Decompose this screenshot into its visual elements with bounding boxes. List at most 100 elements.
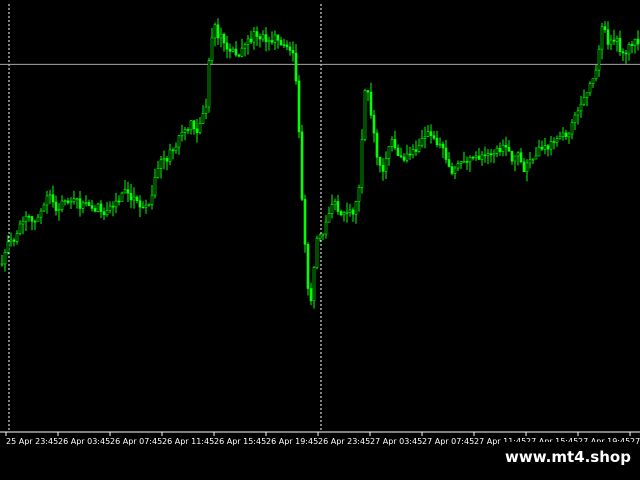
candle-body: [129, 192, 133, 201]
candle-body: [30, 216, 34, 222]
candle-body: [171, 149, 175, 152]
candle-body: [33, 220, 37, 223]
watermark-logo: www.mt4.shop: [500, 442, 636, 472]
candle-body: [417, 145, 421, 152]
candle-body: [558, 136, 562, 140]
candle-body: [618, 37, 622, 52]
candle-body: [264, 34, 268, 43]
candle-body: [81, 202, 85, 209]
candle-body: [285, 44, 289, 48]
candle-body: [432, 135, 436, 139]
candle-body: [105, 209, 109, 216]
candle-body: [540, 146, 544, 150]
candle-body: [387, 146, 391, 159]
candle-body: [498, 147, 502, 152]
candle-body: [600, 26, 604, 50]
candle-body: [294, 52, 298, 82]
candle-body: [351, 209, 355, 215]
price-chart[interactable]: 25 Apr 23:45 26 Apr 03:45 26 Apr 07:45 26 A…: [0, 0, 640, 480]
candle-body: [354, 201, 358, 215]
candle-body: [507, 146, 511, 152]
candle-body: [399, 155, 403, 158]
candle-body: [465, 161, 469, 163]
candle-body: [627, 44, 631, 55]
candle-body: [27, 215, 31, 218]
candle-body: [486, 153, 490, 156]
candle-body: [555, 138, 559, 143]
candle-body: [150, 194, 154, 205]
candle-body: [603, 26, 607, 31]
candle-body: [345, 212, 349, 214]
candle-body: [492, 152, 496, 156]
candle-body: [201, 113, 205, 124]
candle-body: [21, 220, 25, 225]
candle-body: [213, 24, 217, 39]
candle-body: [273, 34, 277, 43]
candle-body: [459, 161, 463, 164]
candle-body: [75, 198, 79, 200]
candle-body: [597, 48, 601, 71]
candle-body: [255, 31, 259, 37]
candle-body: [6, 241, 10, 253]
candle-body: [450, 166, 454, 174]
candle-body: [87, 202, 91, 206]
candle-body: [126, 189, 130, 194]
candle-body: [312, 267, 316, 302]
candle-body: [258, 36, 262, 40]
candle-body: [12, 239, 16, 242]
candle-body: [462, 161, 466, 163]
candle-body: [408, 153, 412, 156]
candle-body: [546, 145, 550, 150]
candle-body: [429, 131, 433, 136]
candle-body: [72, 198, 76, 202]
candle-body: [426, 131, 430, 137]
candle-body: [471, 156, 475, 159]
candle-body: [219, 33, 223, 39]
candle-body: [528, 159, 532, 164]
candle-body: [282, 44, 286, 47]
candle-body: [132, 196, 136, 201]
candle-body: [225, 42, 229, 50]
candle-body: [537, 146, 541, 157]
candle-body: [183, 129, 187, 133]
candle-body: [147, 204, 151, 206]
candle-body: [309, 288, 313, 302]
candle-body: [636, 38, 640, 45]
x-tick-label: 27 Apr 07:45: [422, 437, 474, 446]
candle-body: [357, 187, 361, 202]
candle-body: [564, 132, 568, 138]
candle-body: [93, 208, 97, 212]
candle-body: [159, 159, 163, 169]
candle-body: [579, 103, 583, 112]
candle-body: [402, 156, 406, 161]
candle-body: [288, 46, 292, 51]
candle-body: [438, 143, 442, 146]
candle-body: [405, 153, 409, 161]
x-tick-label: 26 Apr 03:45: [58, 437, 110, 446]
candle-body: [18, 223, 22, 234]
candle-body: [261, 34, 265, 40]
candle-body: [15, 233, 19, 242]
candle-body: [360, 139, 364, 188]
candle-body: [108, 205, 112, 211]
candle-body: [363, 90, 367, 140]
x-tick-label: 26 Apr 07:45: [110, 437, 162, 446]
candle-body: [336, 201, 340, 212]
candle-body: [468, 156, 472, 163]
candle-body: [594, 69, 598, 80]
candle-body: [483, 154, 487, 157]
candle-body: [621, 51, 625, 54]
candle-body: [324, 221, 328, 235]
candle-body: [624, 52, 628, 55]
candle-body: [306, 244, 310, 289]
candle-body: [567, 133, 571, 138]
candle-body: [243, 44, 247, 49]
candle-body: [66, 200, 70, 204]
candle-body: [630, 44, 634, 47]
candle-body: [474, 155, 478, 158]
candle-body: [480, 154, 484, 160]
x-tick-label: 27 Apr 03:45: [370, 437, 422, 446]
candle-body: [234, 48, 238, 56]
candle-body: [372, 114, 376, 134]
candle-body: [522, 161, 526, 173]
